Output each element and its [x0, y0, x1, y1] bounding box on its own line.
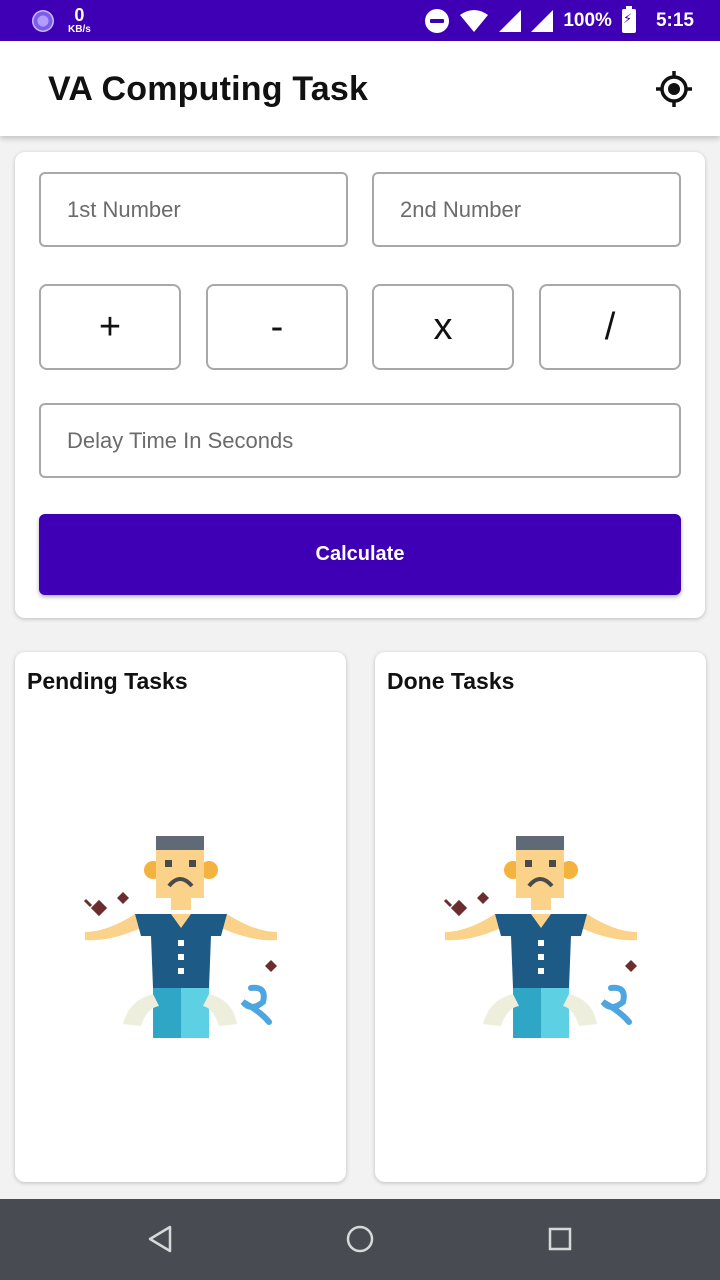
subtract-operator-button[interactable]: - — [206, 284, 348, 370]
add-operator-button[interactable]: + — [39, 284, 181, 370]
network-speed: 0 KB/s — [68, 6, 91, 35]
first-number-input[interactable]: 1st Number — [39, 172, 348, 247]
app-bar: VA Computing Task — [0, 41, 720, 136]
clock: 5:15 — [655, 9, 694, 31]
pending-tasks-card: Pending Tasks — [15, 652, 346, 1182]
calculator-card: 1st Number 2nd Number + - x / Delay Time… — [15, 152, 705, 618]
empty-pockets-man-illustration — [443, 836, 637, 1038]
battery-charging-icon — [621, 5, 636, 33]
signal-icon-2 — [531, 9, 554, 32]
first-number-placeholder: 1st Number — [67, 196, 181, 222]
divide-operator-button[interactable]: / — [539, 284, 681, 370]
status-bar: 0 KB/s 100% 5:15 — [0, 0, 720, 41]
network-speed-unit: KB/s — [68, 24, 91, 35]
done-tasks-title: Done Tasks — [387, 668, 515, 694]
do-not-disturb-icon — [425, 8, 450, 33]
app-notification-icon — [32, 9, 54, 32]
multiply-operator-button[interactable]: x — [372, 284, 514, 370]
done-tasks-card: Done Tasks — [375, 652, 706, 1182]
gps-locate-icon[interactable] — [654, 69, 694, 109]
signal-icon-1 — [499, 9, 522, 32]
empty-pockets-man-illustration — [83, 836, 277, 1038]
recents-square-icon[interactable] — [542, 1221, 578, 1257]
wifi-icon — [460, 9, 489, 32]
second-number-placeholder: 2nd Number — [400, 196, 522, 222]
app-title: VA Computing Task — [48, 70, 369, 108]
network-speed-value: 0 — [74, 5, 85, 25]
second-number-input[interactable]: 2nd Number — [372, 172, 681, 247]
pending-tasks-title: Pending Tasks — [27, 668, 188, 694]
delay-time-input[interactable]: Delay Time In Seconds — [39, 403, 681, 478]
calculate-button[interactable]: Calculate — [39, 514, 681, 595]
home-circle-icon[interactable] — [342, 1221, 378, 1257]
back-triangle-icon[interactable] — [142, 1221, 178, 1257]
battery-percent: 100% — [563, 9, 612, 31]
delay-time-placeholder: Delay Time In Seconds — [67, 427, 294, 453]
system-navigation-bar — [0, 1199, 720, 1280]
